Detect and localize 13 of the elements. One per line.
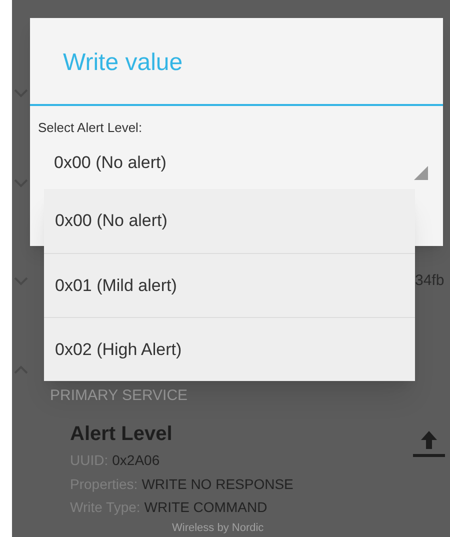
field-label: Select Alert Level: [38,119,142,137]
dropdown-option[interactable]: 0x02 (High Alert) [44,317,415,381]
properties-value: WRITE NO RESPONSE [142,475,294,494]
dialog-title: Write value [63,48,183,78]
spinner-corner-icon [414,166,428,180]
footer-text: Wireless by Nordic [172,521,264,535]
dropdown-option[interactable]: 0x01 (Mild alert) [44,253,415,317]
characteristic-name: Alert Level [70,422,174,446]
alert-level-spinner[interactable]: 0x00 (No alert) [40,142,432,184]
write-type-value: WRITE COMMAND [144,498,268,517]
dropdown-option[interactable]: 0x00 (No alert) [44,189,415,253]
uuid-value: 0x2A06 [112,451,160,470]
section-label: PRIMARY SERVICE [50,386,189,406]
